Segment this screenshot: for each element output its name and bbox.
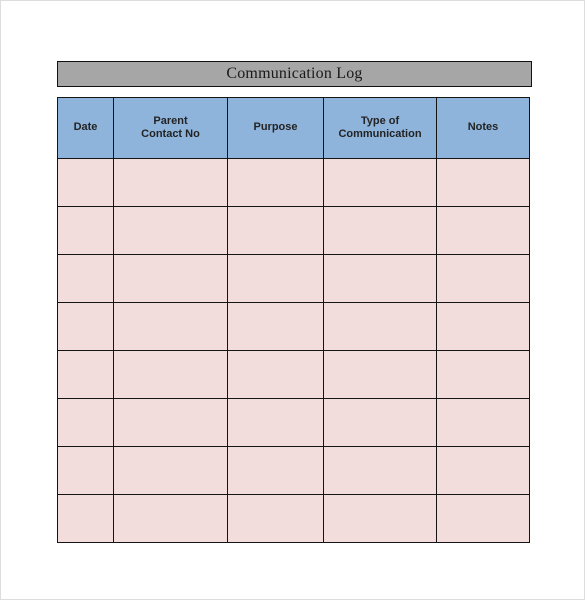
communication-log-table-container: Date Parent Contact No Purpose Type of C… xyxy=(57,97,530,543)
table-cell-purpose[interactable] xyxy=(227,494,324,543)
column-header-type-of-communication-line-1: Type of xyxy=(360,114,400,127)
column-header-purpose-line-1: Purpose xyxy=(253,121,298,134)
table-row xyxy=(57,302,530,351)
table-row xyxy=(57,206,530,255)
table-cell-parent[interactable] xyxy=(113,206,228,255)
table-cell-parent[interactable] xyxy=(113,494,228,543)
table-cell-type[interactable] xyxy=(323,302,437,351)
table-row xyxy=(57,446,530,495)
column-header-date: Date xyxy=(57,97,114,159)
table-row xyxy=(57,158,530,207)
table-cell-purpose[interactable] xyxy=(227,254,324,303)
table-cell-date[interactable] xyxy=(57,398,114,447)
table-cell-date[interactable] xyxy=(57,302,114,351)
table-row xyxy=(57,350,530,399)
table-cell-notes[interactable] xyxy=(436,158,530,207)
table-cell-purpose[interactable] xyxy=(227,206,324,255)
table-cell-notes[interactable] xyxy=(436,494,530,543)
table-cell-notes[interactable] xyxy=(436,254,530,303)
table-cell-notes[interactable] xyxy=(436,350,530,399)
table-cell-notes[interactable] xyxy=(436,446,530,495)
table-cell-notes[interactable] xyxy=(436,398,530,447)
column-header-notes: Notes xyxy=(436,97,530,159)
table-header: Date Parent Contact No Purpose Type of C… xyxy=(57,97,530,159)
table-cell-type[interactable] xyxy=(323,350,437,399)
table-cell-parent[interactable] xyxy=(113,446,228,495)
table-cell-purpose[interactable] xyxy=(227,446,324,495)
column-header-purpose: Purpose xyxy=(227,97,324,159)
table-header-row: Date Parent Contact No Purpose Type of C… xyxy=(57,97,530,159)
table-cell-type[interactable] xyxy=(323,206,437,255)
page-title: Communication Log xyxy=(226,65,363,82)
column-header-parent-contact-no-line-1: Parent xyxy=(153,114,188,127)
table-cell-notes[interactable] xyxy=(436,206,530,255)
document-page: Communication Log Date Parent Contact No xyxy=(0,0,585,600)
column-header-type-of-communication: Type of Communication xyxy=(323,97,437,159)
table-cell-parent[interactable] xyxy=(113,350,228,399)
table-cell-type[interactable] xyxy=(323,254,437,303)
table-row xyxy=(57,254,530,303)
document-title-bar: Communication Log xyxy=(57,61,532,87)
table-cell-date[interactable] xyxy=(57,494,114,543)
table-cell-date[interactable] xyxy=(57,350,114,399)
table-cell-date[interactable] xyxy=(57,158,114,207)
table-cell-date[interactable] xyxy=(57,206,114,255)
table-cell-type[interactable] xyxy=(323,158,437,207)
table-cell-parent[interactable] xyxy=(113,398,228,447)
table-cell-parent[interactable] xyxy=(113,254,228,303)
table-cell-purpose[interactable] xyxy=(227,302,324,351)
table-row xyxy=(57,494,530,543)
column-header-parent-contact-no-line-2: Contact No xyxy=(141,128,200,140)
column-header-type-of-communication-line-2: Communication xyxy=(338,128,422,140)
table-cell-type[interactable] xyxy=(323,446,437,495)
table-cell-type[interactable] xyxy=(323,494,437,543)
table-cell-parent[interactable] xyxy=(113,302,228,351)
communication-log-table: Date Parent Contact No Purpose Type of C… xyxy=(57,97,530,543)
table-cell-purpose[interactable] xyxy=(227,158,324,207)
table-cell-type[interactable] xyxy=(323,398,437,447)
table-cell-date[interactable] xyxy=(57,446,114,495)
table-cell-notes[interactable] xyxy=(436,302,530,351)
column-header-notes-line-1: Notes xyxy=(467,121,499,134)
table-cell-purpose[interactable] xyxy=(227,350,324,399)
table-row xyxy=(57,398,530,447)
table-cell-parent[interactable] xyxy=(113,158,228,207)
column-header-date-line-1: Date xyxy=(73,121,98,134)
table-cell-purpose[interactable] xyxy=(227,398,324,447)
table-body xyxy=(57,158,530,543)
table-cell-date[interactable] xyxy=(57,254,114,303)
column-header-parent-contact-no: Parent Contact No xyxy=(113,97,228,159)
